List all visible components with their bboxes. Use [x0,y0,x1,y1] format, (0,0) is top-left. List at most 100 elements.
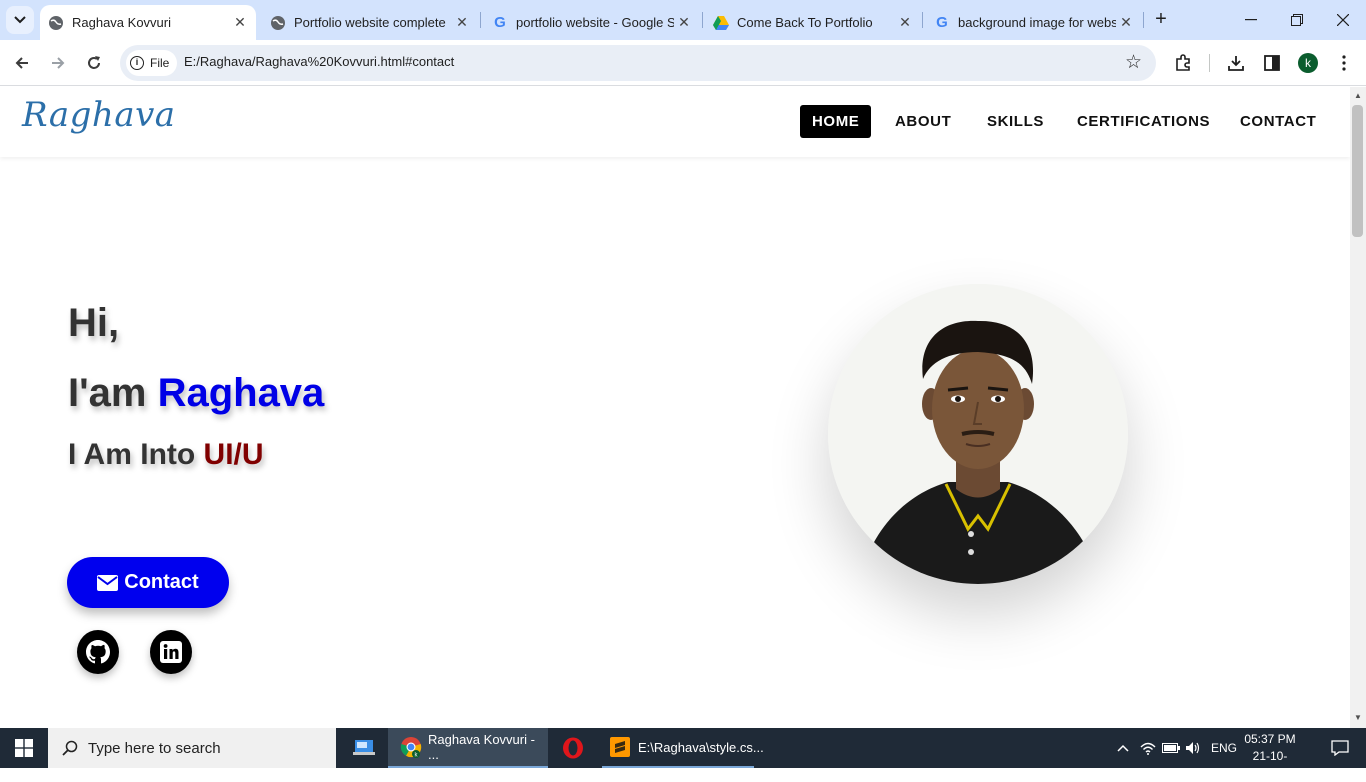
taskbar-file-explorer[interactable] [344,728,384,768]
hero-name: Raghava [157,371,325,415]
page-scrollbar[interactable]: ▲ ▼ [1350,87,1366,728]
site-logo[interactable]: Raghava [22,95,176,135]
site-info-chip[interactable]: i File [126,50,178,76]
profile-avatar[interactable]: k [1298,53,1318,73]
tab-title: background image for webs [958,15,1116,30]
search-icon [62,740,78,756]
hero-greeting: Hi, [68,301,120,345]
close-icon[interactable]: ✕ [674,14,694,31]
site-header: Raghava HOME ABOUT SKILLS CERTIFICATIONS… [0,87,1350,157]
site-info-label: File [150,56,170,70]
minimize-button[interactable] [1228,0,1274,40]
tab-title: Raghava Kovvuri [72,15,171,30]
start-button[interactable] [0,728,48,768]
restore-button[interactable] [1274,0,1320,40]
forward-button[interactable] [45,50,71,76]
hero-subheading: I Am Into UI/U [68,438,264,472]
linkedin-icon [160,641,182,663]
nav-certifications[interactable]: CERTIFICATIONS [1065,105,1222,138]
network-tray[interactable] [1139,728,1157,768]
linkedin-link[interactable] [150,630,192,674]
show-hidden-icons[interactable] [1114,728,1132,768]
github-icon [86,640,110,664]
back-button[interactable] [9,50,35,76]
drive-icon [713,15,729,31]
tab-separator [480,12,481,28]
windows-logo-icon [15,739,33,757]
tab-separator [702,12,703,28]
address-bar[interactable]: i File E:/Raghava/Raghava%20Kovvuri.html… [120,45,1156,81]
hero-into-prefix: I Am Into [68,438,204,471]
tab-background-image[interactable]: G background image for webs ✕ [926,5,1142,40]
scrollbar-thumb[interactable] [1352,105,1363,237]
notifications-button[interactable] [1320,728,1360,768]
scroll-down-icon[interactable]: ▼ [1354,713,1362,722]
close-icon[interactable]: ✕ [1116,14,1136,31]
close-icon [1337,14,1349,26]
tab-search-button[interactable] [6,6,34,34]
restore-icon [1291,14,1303,26]
scroll-up-icon[interactable]: ▲ [1354,91,1362,100]
taskbar-sublime-text[interactable]: E:\Raghava\style.cs... [602,728,764,768]
nav-home[interactable]: HOME [800,105,872,138]
bookmark-star-icon[interactable]: ☆ [1125,51,1142,74]
tab-come-back-to-portfolio[interactable]: Come Back To Portfolio ✕ [705,5,921,40]
reload-icon [88,56,100,69]
arrow-right-icon [52,57,65,69]
speaker-icon [1186,742,1200,754]
nav-skills[interactable]: SKILLS [975,105,1056,138]
profile-photo [828,284,1128,584]
wifi-icon [1140,742,1156,755]
taskbar-opera[interactable] [552,728,594,768]
search-placeholder: Type here to search [88,739,221,757]
close-window-button[interactable] [1320,0,1366,40]
clock[interactable]: 05:37 PM 21-10-2023 [1240,731,1300,782]
person-portrait [828,284,1128,584]
new-tab-button[interactable]: + [1150,8,1172,30]
tab-google-search-portfolio[interactable]: G portfolio website - Google S ✕ [484,5,700,40]
minimize-icon [1245,19,1257,21]
taskbar-app-label: Raghava Kovvuri - ... [428,732,535,762]
globe-icon [270,15,286,31]
tab-portfolio-website-complete[interactable]: Portfolio website complete ✕ [262,5,478,40]
windows-taskbar: Type here to search k Raghava Kovvuri - … [0,728,1366,780]
taskbar-chrome[interactable]: k Raghava Kovvuri - ... [388,728,548,768]
tab-raghava-kovvuri[interactable]: Raghava Kovvuri ✕ [40,5,256,40]
menu-button[interactable] [1331,50,1357,76]
close-icon[interactable]: ✕ [230,14,250,31]
extensions-button[interactable] [1170,50,1196,76]
taskbar-search[interactable]: Type here to search [48,728,336,768]
battery-icon [1162,743,1180,753]
clock-time: 05:37 PM [1244,732,1296,746]
contact-button-label: Contact [124,571,199,593]
github-link[interactable] [77,630,119,674]
toolbar-divider [1209,54,1210,72]
battery-tray[interactable] [1161,728,1181,768]
more-vertical-icon [1342,55,1346,71]
chevron-down-icon [14,16,26,24]
desktop-icon [353,740,375,755]
chrome-icon: k [400,736,422,758]
url-text[interactable]: E:/Raghava/Raghava%20Kovvuri.html#contac… [184,54,454,69]
tab-separator [1143,12,1144,28]
notification-icon [1331,740,1349,756]
taskbar-app-label: E:\Raghava\style.cs... [638,739,764,755]
language-indicator[interactable]: ENG [1210,728,1238,768]
arrow-left-icon [15,57,28,69]
volume-tray[interactable] [1184,728,1204,768]
tab-separator [922,12,923,28]
side-panel-button[interactable] [1259,50,1285,76]
hero-iam: I'am [68,371,158,415]
sublime-text-icon [610,737,630,757]
contact-button[interactable]: Contact [67,557,229,608]
nav-about[interactable]: ABOUT [883,105,963,138]
downloads-button[interactable] [1223,50,1249,76]
google-icon: G [936,14,948,31]
chevron-up-icon [1117,744,1129,752]
globe-icon [48,15,64,31]
close-icon[interactable]: ✕ [452,14,472,31]
close-icon[interactable]: ✕ [895,14,915,31]
clock-date: 21-10-2023 [1252,749,1288,780]
nav-contact[interactable]: CONTACT [1228,105,1328,138]
reload-button[interactable] [81,50,107,76]
